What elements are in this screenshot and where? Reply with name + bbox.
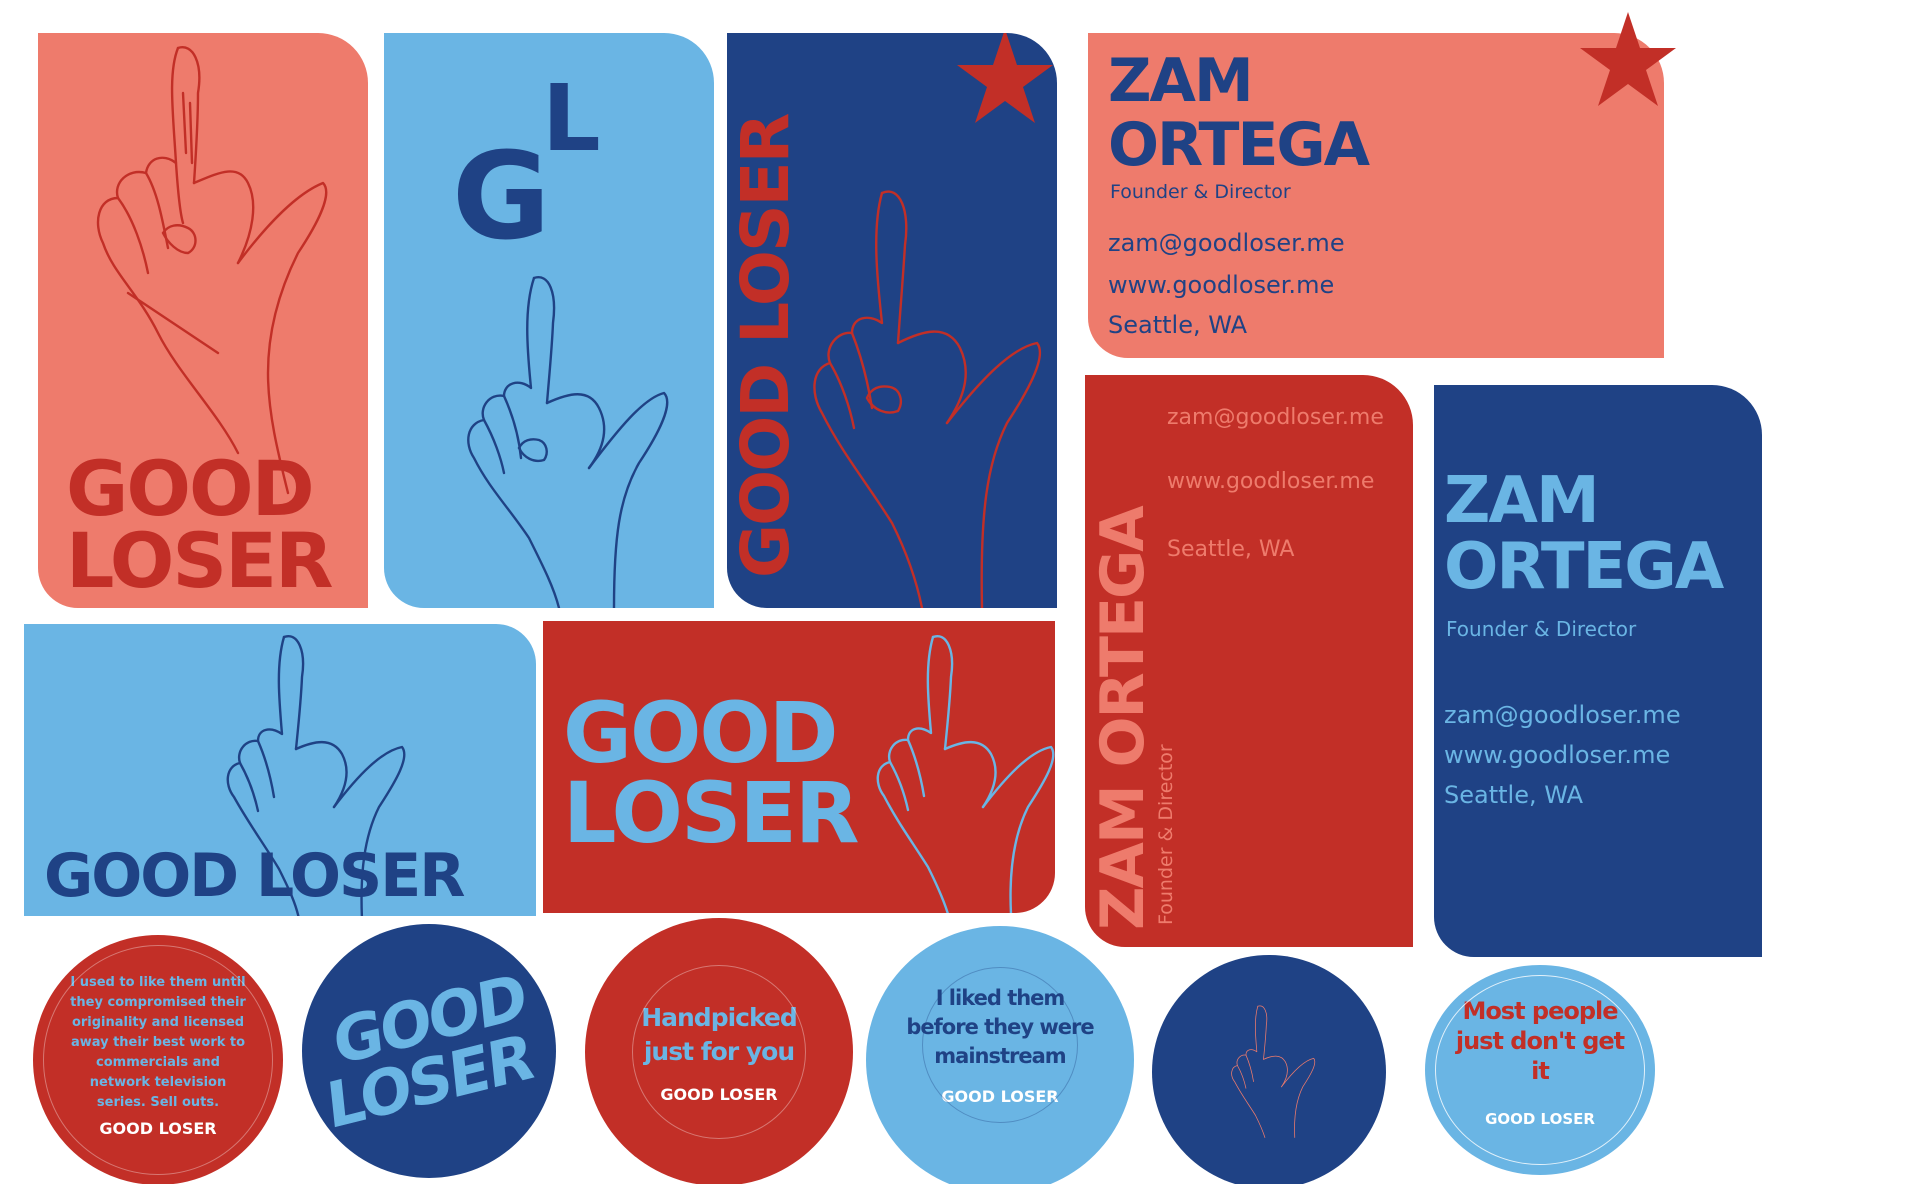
brand-line2: LOSER bbox=[66, 516, 333, 605]
monogram-g: G bbox=[452, 128, 551, 267]
contact-email: zam@goodloser.me bbox=[1167, 405, 1384, 430]
hand-l-sign-icon bbox=[96, 46, 328, 495]
contact-city: Seattle, WA bbox=[1167, 537, 1295, 562]
brand-full: GOOD LOSER bbox=[44, 841, 465, 911]
contact-website: www.goodloser.me bbox=[1108, 271, 1335, 299]
contact-first-name: ZAM bbox=[1444, 464, 1600, 538]
brand-line1: GOOD bbox=[563, 684, 838, 782]
sticker-good-loser-logo: GOOD LOSER bbox=[302, 924, 556, 1178]
contact-website: www.goodloser.me bbox=[1444, 741, 1671, 769]
card-red-contact: zam@goodloser.me www.goodloser.me Seattl… bbox=[1085, 375, 1413, 947]
brand-vertical: GOOD LOSER bbox=[727, 114, 804, 578]
contact-role: Founder & Director bbox=[1110, 181, 1291, 203]
card-salmon-hand: GOOD LOSER bbox=[38, 33, 368, 608]
brand-line2: LOSER bbox=[563, 764, 859, 862]
hand-l-sign-icon bbox=[1231, 1005, 1316, 1138]
card-sky-horizontal: GOOD LOSER bbox=[24, 624, 536, 916]
monogram-l: L bbox=[542, 65, 601, 172]
hand-l-sign-icon bbox=[813, 190, 1042, 608]
contact-email: zam@goodloser.me bbox=[1108, 229, 1345, 257]
hand-l-sign-icon bbox=[467, 276, 669, 608]
sticker-handpicked: Handpicked just for you GOOD LOSER bbox=[585, 918, 853, 1184]
sticker-ring bbox=[1435, 975, 1645, 1165]
contact-last-name: ORTEGA bbox=[1108, 110, 1370, 180]
sticker-ring bbox=[632, 965, 806, 1139]
hand-l-sign-icon bbox=[876, 635, 1055, 913]
card-navy-vertical: GOOD LOSER bbox=[727, 33, 1057, 608]
sticker-ring bbox=[43, 945, 273, 1175]
star-icon bbox=[1580, 12, 1676, 106]
star-icon bbox=[957, 33, 1053, 123]
contact-last-name: ORTEGA bbox=[1444, 530, 1724, 604]
sticker-ring bbox=[922, 967, 1078, 1123]
card-navy-contact: ZAM ORTEGA Founder & Director zam@goodlo… bbox=[1434, 385, 1762, 957]
sticker-hand bbox=[1152, 955, 1386, 1184]
card-sky-monogram: G L bbox=[384, 33, 714, 608]
sticker-dont-get-it: Most people just don't get it GOOD LOSER bbox=[1425, 965, 1655, 1175]
contact-email: zam@goodloser.me bbox=[1444, 701, 1681, 729]
contact-website: www.goodloser.me bbox=[1167, 469, 1375, 494]
contact-full-name-vertical: ZAM ORTEGA bbox=[1088, 507, 1158, 930]
contact-city: Seattle, WA bbox=[1444, 781, 1584, 809]
card-red-horizontal: GOOD LOSER bbox=[543, 621, 1055, 913]
contact-role: Founder & Director bbox=[1446, 617, 1637, 641]
sticker-sell-outs: I used to like them until they compromis… bbox=[33, 935, 283, 1184]
contact-first-name: ZAM bbox=[1108, 46, 1254, 116]
sticker-mainstream: I liked them before they were mainstream… bbox=[866, 926, 1134, 1184]
contact-city: Seattle, WA bbox=[1108, 311, 1248, 339]
contact-role-vertical: Founder & Director bbox=[1155, 744, 1177, 925]
